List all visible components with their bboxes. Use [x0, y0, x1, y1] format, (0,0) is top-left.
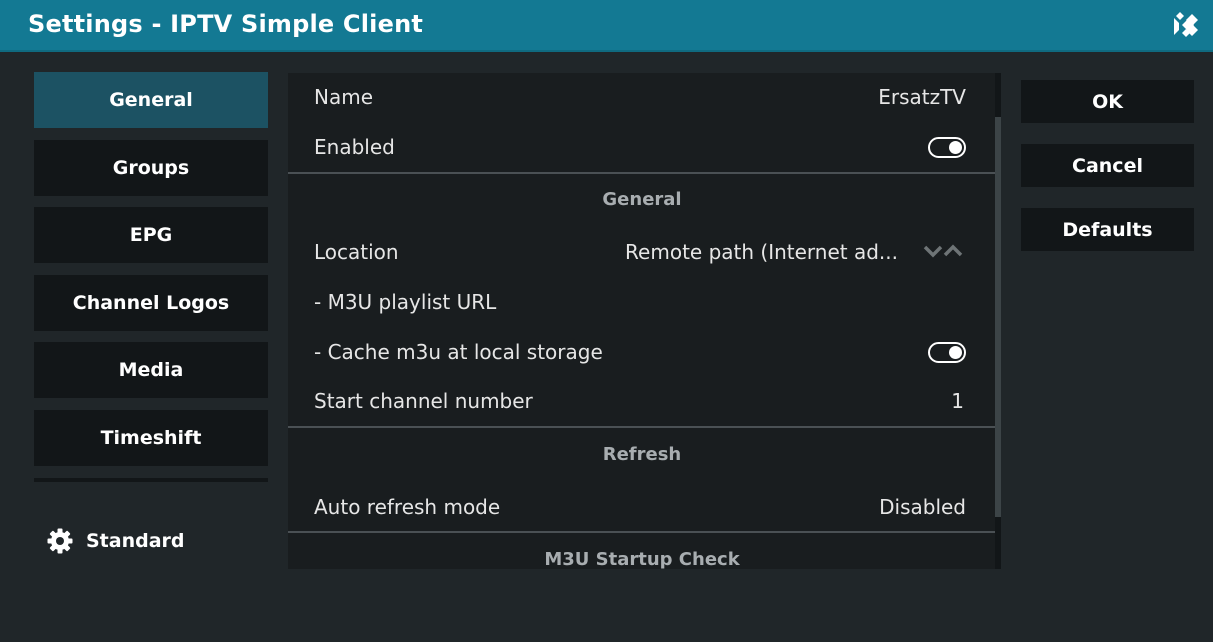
settings-level-button[interactable]: Standard	[46, 527, 185, 555]
setting-enabled-label: Enabled	[314, 135, 395, 159]
enabled-toggle[interactable]	[928, 137, 966, 158]
setting-name-value: ErsatzTV	[878, 85, 966, 109]
window-title: Settings - IPTV Simple Client	[28, 10, 424, 38]
category-media[interactable]: Media	[34, 342, 268, 398]
setting-auto-refresh-mode-label: Auto refresh mode	[314, 495, 501, 519]
category-general[interactable]: General	[34, 72, 268, 128]
settings-list: Name ErsatzTV Enabled General Location R…	[288, 73, 996, 569]
setting-m3u-playlist-url[interactable]: - M3U playlist URL	[288, 278, 996, 326]
category-list-next-item-edge	[34, 478, 268, 482]
cache-m3u-toggle[interactable]	[928, 342, 966, 363]
settings-scrollbar-thumb[interactable]	[995, 117, 1001, 517]
setting-start-channel-number-value: 1	[951, 389, 964, 413]
category-timeshift[interactable]: Timeshift	[34, 410, 268, 466]
section-header-m3u-startup-check: M3U Startup Check	[544, 549, 740, 569]
defaults-button[interactable]: Defaults	[1021, 208, 1194, 251]
settings-level-label: Standard	[86, 530, 185, 552]
kodi-logo-icon	[1174, 12, 1198, 37]
section-header-general: General	[602, 189, 682, 210]
section-header-refresh: Refresh	[602, 444, 682, 465]
setting-m3u-playlist-url-label: - M3U playlist URL	[314, 290, 497, 314]
setting-name[interactable]: Name ErsatzTV	[288, 73, 996, 121]
setting-cache-m3u[interactable]: - Cache m3u at local storage	[288, 328, 996, 376]
title-bar: Settings - IPTV Simple Client	[0, 0, 1213, 52]
ok-button[interactable]: OK	[1021, 80, 1194, 123]
spinner-arrows-icon[interactable]	[922, 242, 966, 262]
category-channel-logos[interactable]: Channel Logos	[34, 275, 268, 331]
section-divider	[288, 531, 996, 533]
setting-name-label: Name	[314, 85, 374, 109]
setting-auto-refresh-mode-value: Disabled	[879, 495, 966, 519]
section-divider	[288, 426, 996, 428]
category-list-partial-item	[34, 426, 268, 430]
setting-auto-refresh-mode[interactable]: Auto refresh mode Disabled	[288, 483, 996, 531]
gear-icon	[47, 528, 73, 554]
toggle-knob	[949, 346, 962, 359]
category-epg[interactable]: EPG	[34, 207, 268, 263]
setting-location[interactable]: Location Remote path (Internet ad...	[288, 228, 996, 276]
setting-location-label: Location	[314, 240, 399, 264]
setting-cache-m3u-label: - Cache m3u at local storage	[314, 340, 603, 364]
setting-start-channel-number[interactable]: Start channel number 1	[288, 377, 996, 425]
setting-start-channel-number-label: Start channel number	[314, 389, 533, 413]
setting-enabled[interactable]: Enabled	[288, 123, 996, 171]
section-divider	[288, 172, 996, 174]
cancel-button[interactable]: Cancel	[1021, 144, 1194, 187]
setting-location-value: Remote path (Internet ad...	[625, 240, 898, 264]
toggle-knob	[949, 141, 962, 154]
category-groups[interactable]: Groups	[34, 140, 268, 196]
